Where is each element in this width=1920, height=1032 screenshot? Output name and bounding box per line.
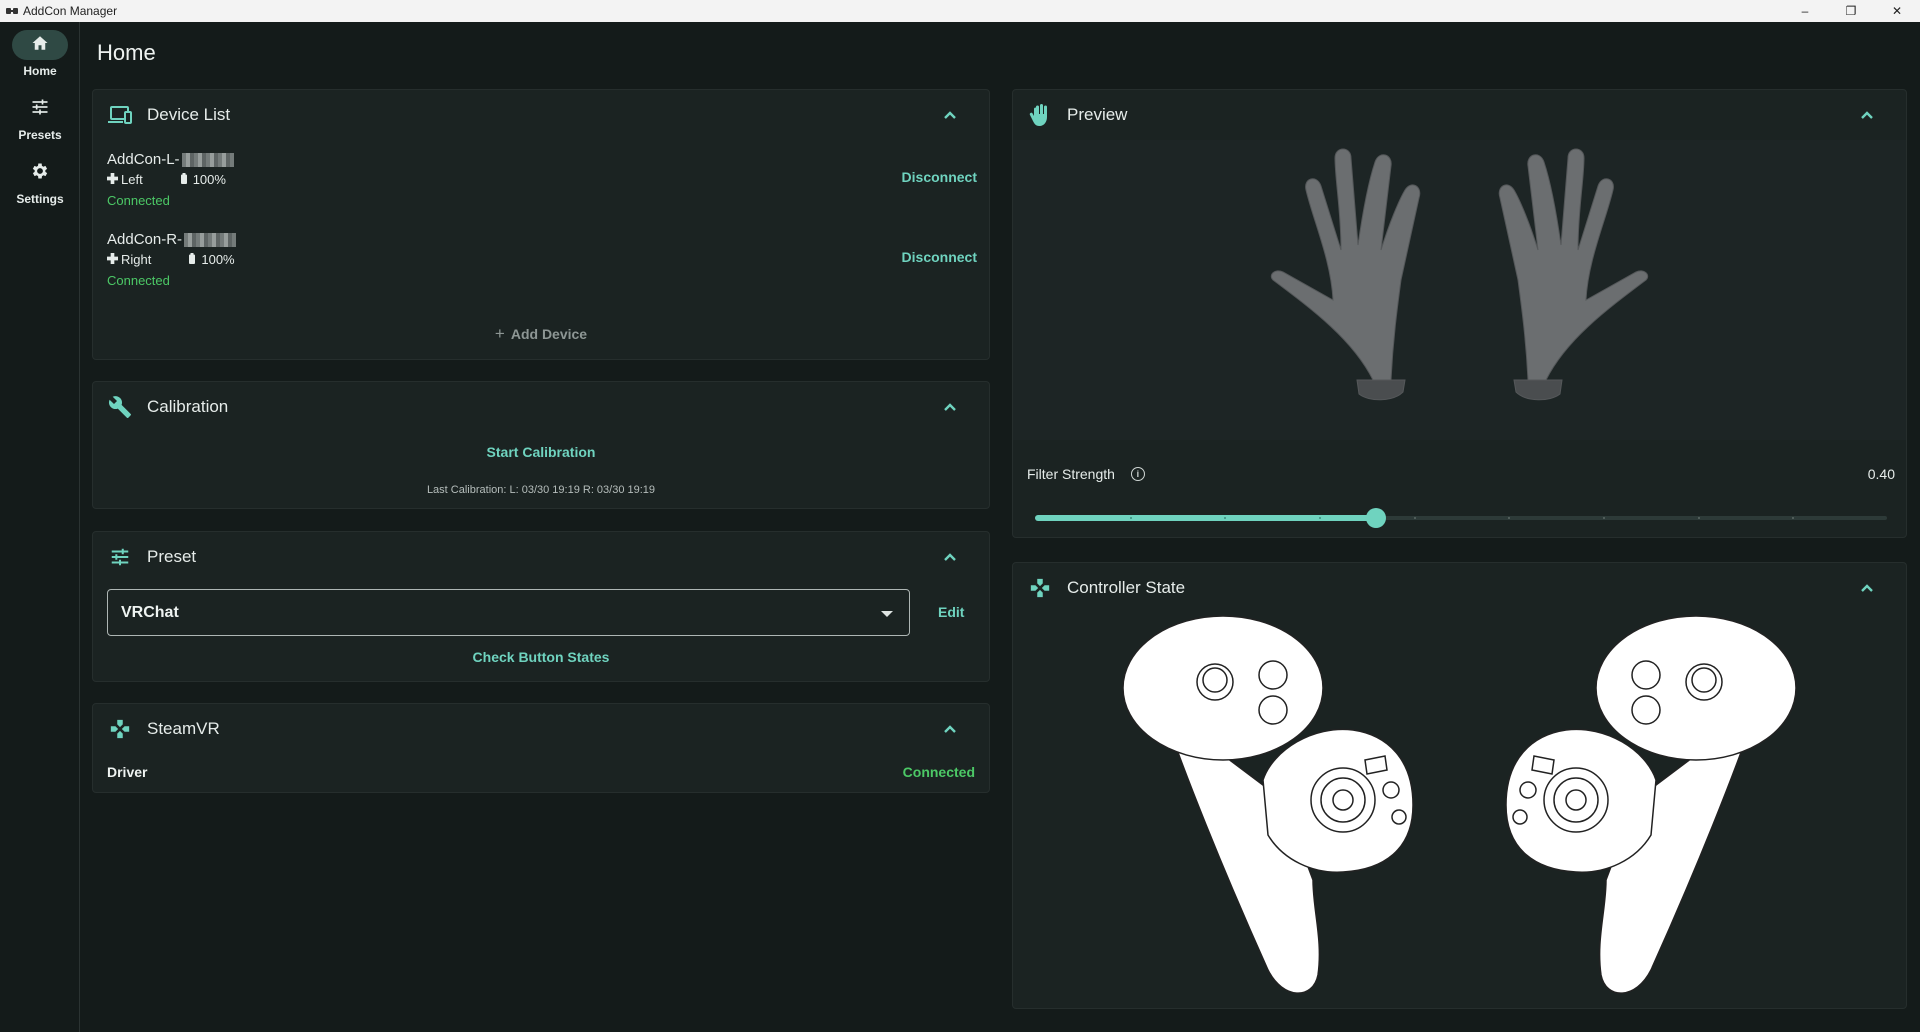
collapse-steamvr-button[interactable]: [941, 720, 959, 738]
last-calibration-text: Last Calibration: L: 03/30 19:19 R: 03/3…: [426, 484, 656, 496]
nav-item-label: Home: [23, 64, 57, 78]
device-list-header: Device List: [107, 90, 975, 140]
preview-header: Preview: [1027, 90, 1892, 140]
add-device-label: Add Device: [510, 326, 588, 342]
steamvr-header: SteamVR: [107, 704, 975, 754]
edit-preset-button[interactable]: Edit: [938, 604, 964, 620]
start-calibration-button[interactable]: Start Calibration: [487, 444, 596, 460]
card-title: Preview: [1067, 105, 1128, 124]
maximize-button[interactable]: ❐: [1828, 0, 1874, 22]
driver-label: Driver: [107, 764, 148, 780]
devices-icon: [107, 102, 133, 128]
collapse-device-list-button[interactable]: [941, 106, 959, 124]
redacted-serial: [181, 152, 234, 167]
window-titlebar: AddCon Manager – ❐ ✕: [0, 0, 1920, 22]
battery-level: 100%: [201, 252, 235, 267]
slider-tick: [1413, 517, 1416, 519]
left-hand-model: [1270, 148, 1421, 401]
collapse-controller-state-button[interactable]: [1858, 579, 1876, 597]
window-title: AddCon Manager: [23, 4, 118, 18]
close-button[interactable]: ✕: [1874, 0, 1920, 22]
collapse-preset-button[interactable]: [941, 548, 959, 566]
controller-icon: [1027, 575, 1053, 601]
nav-item-label: Settings: [16, 192, 64, 206]
device-item-left: AddCon-L- Left 100% Connected Disconnect: [107, 151, 977, 221]
battery-icon: [180, 172, 187, 187]
navigation-rail: Home Presets Settings: [0, 22, 80, 1032]
controller-icon: [107, 252, 118, 267]
plus-icon: +: [494, 324, 505, 343]
card-title: Calibration: [147, 397, 229, 416]
add-device-button[interactable]: + Add Device: [92, 324, 990, 344]
card-title: SteamVR: [147, 719, 220, 738]
hands-3d-preview: [1270, 148, 1649, 401]
device-side: Right: [121, 252, 152, 267]
right-hand-model: [1498, 148, 1649, 401]
redacted-serial: [184, 232, 237, 247]
device-status: Connected: [107, 273, 170, 288]
left-controller-model: [1122, 615, 1414, 994]
home-icon: [31, 34, 49, 57]
preset-select[interactable]: VRChat: [107, 589, 910, 636]
slider-tick: [1129, 517, 1132, 519]
device-name: AddCon-L-: [107, 151, 180, 168]
battery-level: 100%: [192, 172, 226, 187]
collapse-calibration-button[interactable]: [941, 398, 959, 416]
minimize-button[interactable]: –: [1782, 0, 1828, 22]
slider-fill: [1035, 515, 1376, 521]
card-title: Device List: [147, 105, 231, 124]
device-list-card: Device List AddCon-L- Left 100% Connecte…: [92, 89, 990, 360]
nav-item-label: Presets: [18, 128, 62, 142]
preset-header: Preset: [107, 532, 975, 582]
slider-tick: [1319, 517, 1321, 519]
right-controller-model: [1505, 615, 1797, 994]
app-logo-icon: [6, 6, 18, 16]
driver-status-row: Driver Connected: [107, 764, 975, 784]
dropdown-arrow-icon: [881, 611, 893, 617]
nav-item-home[interactable]: Home: [0, 30, 80, 88]
controller-state-header: Controller State: [1027, 563, 1892, 613]
check-button-states-button[interactable]: Check Button States: [473, 649, 610, 665]
hand-icon: [1027, 102, 1053, 128]
filter-strength-value: 0.40: [1867, 466, 1895, 482]
card-title: Controller State: [1067, 578, 1186, 597]
slider-tick: [1603, 517, 1605, 519]
gear-icon: [30, 161, 50, 186]
hand-preview-viewport[interactable]: [1013, 140, 1906, 440]
filter-strength-slider[interactable]: [1035, 506, 1887, 530]
wrench-icon: [107, 394, 133, 420]
controller-state-viewport: [1013, 610, 1906, 1005]
driver-status: Connected: [902, 764, 975, 780]
battery-icon: [189, 252, 196, 267]
slider-tick: [1697, 517, 1700, 519]
card-title: Preset: [147, 547, 197, 566]
sliders-icon: [30, 97, 50, 122]
device-side: Left: [121, 172, 143, 187]
controllers-illustration: [1122, 615, 1797, 994]
filter-strength-label-row: Filter Strength i: [1027, 466, 1145, 482]
disconnect-left-button[interactable]: Disconnect: [902, 169, 977, 185]
device-item-right: AddCon-R- Right 100% Connected Disconnec…: [107, 231, 977, 301]
nav-item-presets[interactable]: Presets: [0, 94, 80, 152]
device-status: Connected: [107, 193, 170, 208]
info-icon[interactable]: i: [1130, 467, 1145, 481]
calibration-header: Calibration: [107, 382, 975, 432]
controller-icon: [107, 716, 133, 742]
controller-icon: [107, 172, 118, 187]
device-name: AddCon-R-: [107, 231, 183, 248]
filter-strength-label: Filter Strength: [1027, 466, 1115, 482]
collapse-preview-button[interactable]: [1858, 106, 1876, 124]
page-title: Home: [97, 40, 156, 65]
nav-item-settings[interactable]: Settings: [0, 158, 80, 216]
slider-thumb[interactable]: [1365, 508, 1386, 528]
disconnect-right-button[interactable]: Disconnect: [902, 249, 977, 265]
preset-selected-value: VRChat: [121, 603, 179, 621]
sliders-icon: [107, 544, 133, 570]
nav-item-home-indicator: [12, 30, 68, 60]
